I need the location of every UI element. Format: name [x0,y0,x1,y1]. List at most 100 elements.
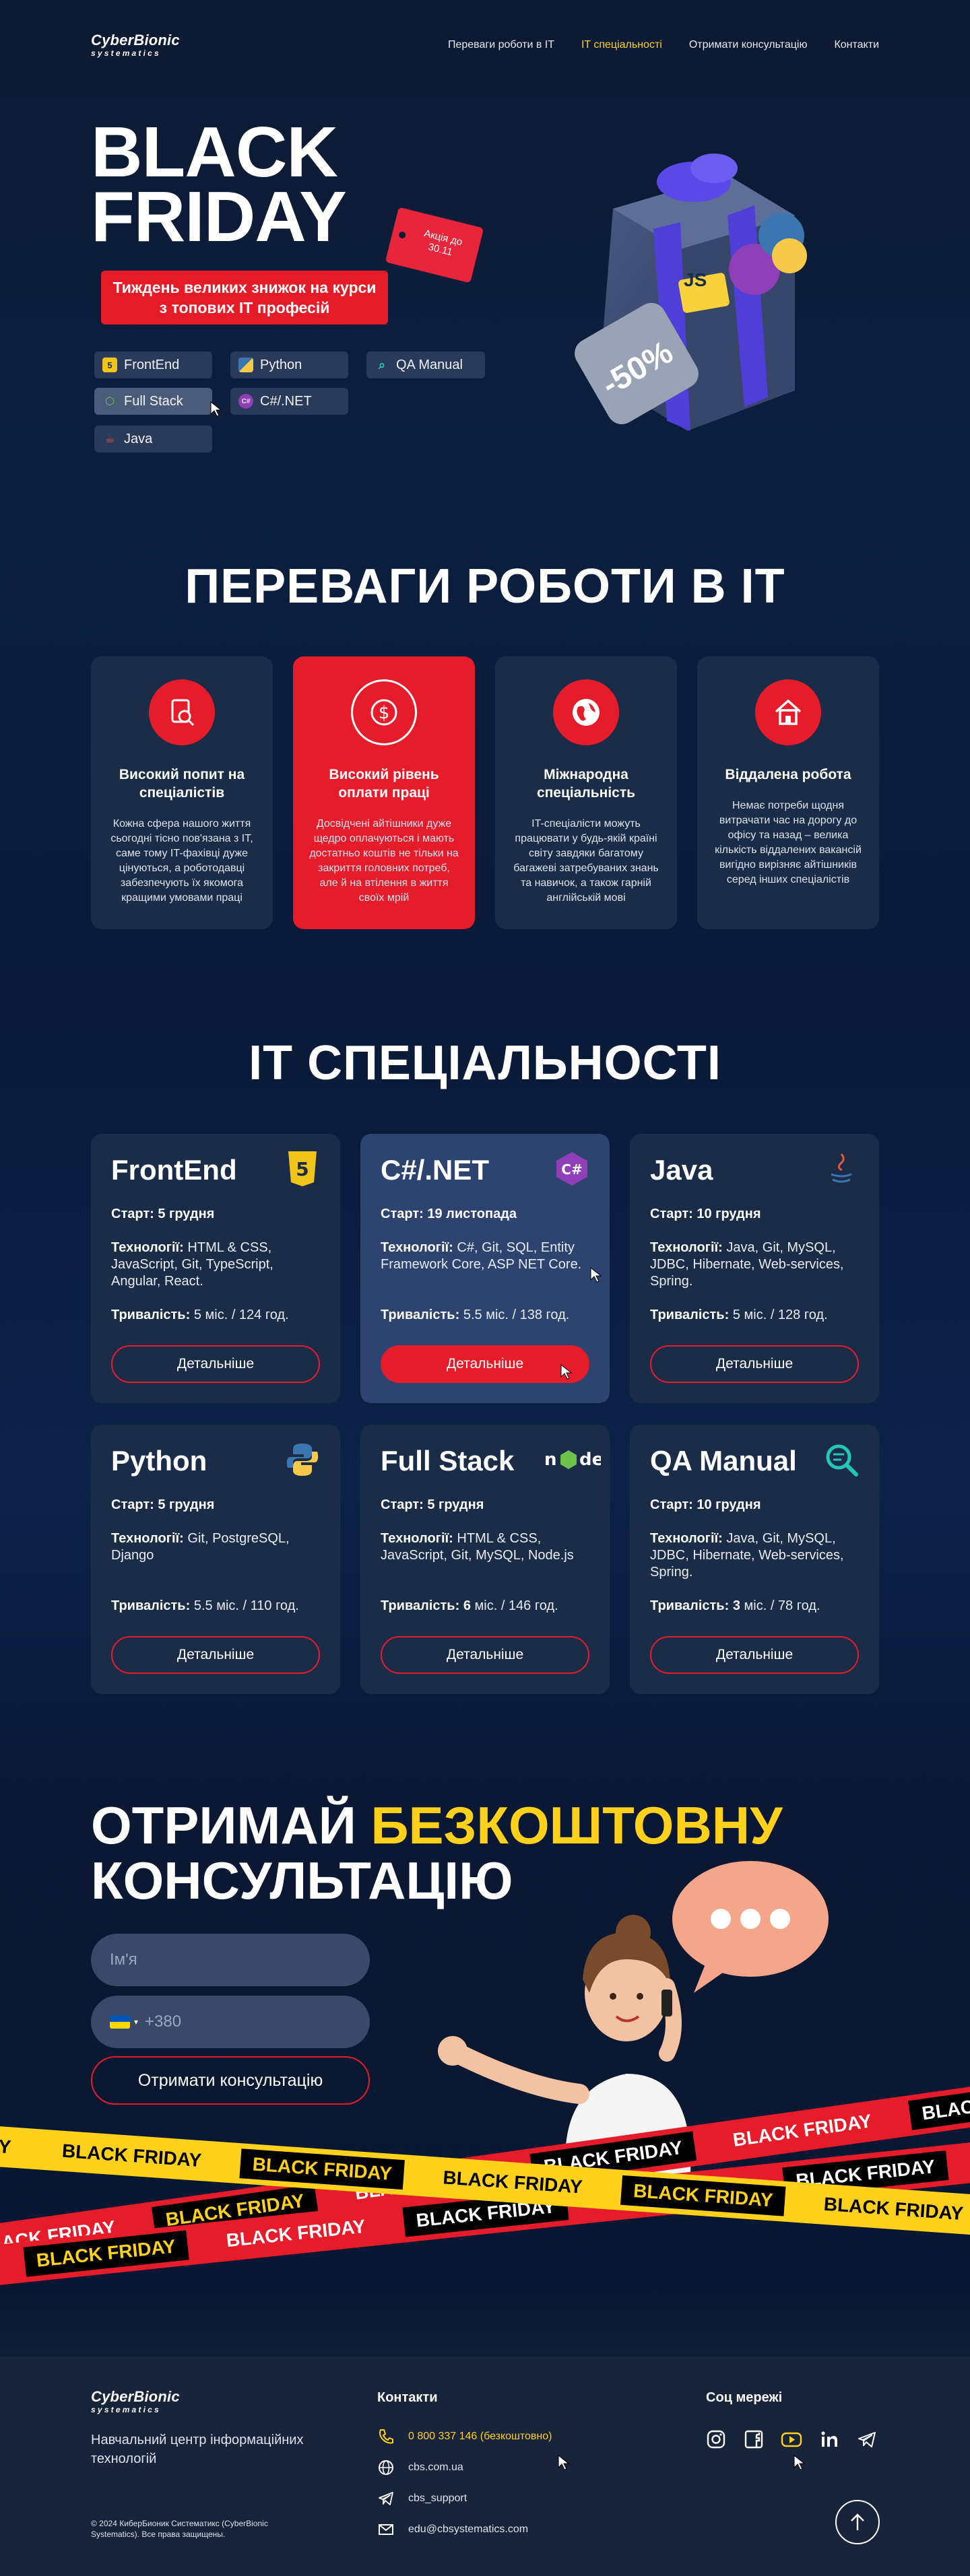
details-button[interactable]: Детальніше [381,1345,589,1383]
duration-rest: міс. / 146 год. [474,1598,558,1613]
course-tech: Технології: Java, Git, MySQL, JDBC, Hibe… [650,1240,859,1307]
course-card-csharp: C#/.NET C# Старт: 19 листопада Технологі… [360,1134,610,1403]
tech-label: Технології: [650,1531,723,1546]
contacts-title: Контакти [377,2390,438,2405]
duration-months: 3 [732,1598,740,1613]
footer-logo-main: CyberBionic [91,2388,180,2405]
mouse-cursor-icon [590,1267,602,1283]
qa-search-icon: ⌕ [378,358,386,372]
duration-label: Тривалість: [381,1308,460,1322]
instagram-icon[interactable] [705,2428,728,2451]
footer-tagline: Навчальний центр інформаційних технологі… [91,2433,304,2466]
telegram-icon[interactable] [855,2428,878,2451]
tape-text: DAY [0,2134,12,2158]
html5-icon: 5 [102,358,117,372]
duration-months: 6 [463,1598,471,1613]
chip-java[interactable]: ☕ Java [94,426,212,452]
details-button[interactable]: Детальніше [381,1636,589,1674]
duration-label: Тривалість: [650,1598,730,1613]
details-button[interactable]: Детальніше [650,1636,859,1674]
chevron-down-icon: ▾ [134,2017,139,2027]
phone-placeholder: +380 [145,2012,182,2031]
duration-label: Тривалість: [650,1308,730,1322]
dollar-icon: $ [351,679,417,745]
svg-text:C#: C# [561,1161,582,1178]
nav-item-contacts[interactable]: Контакти [834,39,879,51]
start-label: Старт: [381,1497,424,1512]
details-button[interactable]: Детальніше [650,1345,859,1383]
start-label: Старт: [650,1207,693,1221]
csharp-icon: C# [238,394,253,409]
contact-phone[interactable]: 0 800 337 146 (безкоштовно) [377,2428,552,2445]
course-duration: Тривалість: 5 міс. / 124 год. [111,1307,320,1324]
tech-label: Технології: [381,1240,453,1255]
tape-text: BLACK FRIDAY [61,2140,203,2171]
chip-full-stack[interactable]: ⬡ Full Stack [94,388,212,415]
course-duration: Тривалість: 5 міс. / 128 год. [650,1307,859,1324]
contact-email[interactable]: edu@cbsystematics.com [377,2521,528,2538]
duration-label: Тривалість: [381,1598,460,1613]
nav-item-advantages[interactable]: Переваги роботи в IT [448,39,554,51]
facebook-icon[interactable] [742,2428,765,2451]
course-duration: Тривалість: 3 міс. / 78 год. [650,1598,859,1615]
nav-item-consultation[interactable]: Отримати консультацію [689,39,808,51]
chip-python[interactable]: Python [230,351,348,378]
footer-logo[interactable]: CyberBionic systematics [91,2388,180,2415]
name-placeholder: Ім'я [110,1951,137,1969]
start-value: 10 грудня [697,1207,761,1221]
youtube-icon[interactable] [780,2428,803,2451]
main-nav: Переваги роботи в IT IT спеціальності От… [448,39,879,51]
chip-qa-manual[interactable]: ⌕ QA Manual [366,351,485,378]
contact-site[interactable]: cbs.com.ua [377,2459,463,2476]
advantage-title: Високий рівень оплати праці [329,767,439,801]
logo-sub-text: systematics [91,48,161,58]
chip-label: FrontEnd [124,357,180,372]
details-button[interactable]: Детальніше [111,1636,320,1674]
advantage-card-demand: Високий попит на спеціалістів Кожна сфер… [91,656,273,929]
duration-rest: міс. / 78 год. [744,1598,820,1613]
course-tech: Технології: C#, Git, SQL, Entity Framewo… [381,1240,589,1307]
start-value: 5 грудня [158,1207,215,1221]
ukraine-flag-icon[interactable] [110,2015,130,2029]
course-duration: Тривалість: 5.5 міс. / 138 год. [381,1307,589,1324]
phone-icon [379,2429,393,2444]
duration-label: Тривалість: [111,1598,191,1613]
python-icon [238,358,253,372]
search-document-icon [149,679,215,745]
nav-item-specialties[interactable]: IT спеціальності [581,39,662,51]
start-value: 5 грудня [427,1497,484,1512]
mouse-cursor-icon [558,2455,570,2470]
java-icon [822,1150,860,1188]
consultation-title-part2: БЕЗКОШТОВНУ [370,1796,783,1855]
qa-search-icon [822,1441,860,1479]
phone-input[interactable]: ▾ +380 [91,1996,370,2048]
social-icons [705,2428,878,2451]
consultation-title-part1: ОТРИМАЙ [91,1796,356,1855]
nodejs-icon: n de [542,1441,603,1479]
advantage-title: Віддалена робота [725,767,851,782]
name-input[interactable]: Ім'я [91,1934,370,1986]
advantage-text: Досвідчені айтішники дуже щедро оплачуют… [309,818,459,904]
course-card-qa-manual: QA Manual Старт: 10 грудня Технології: J… [630,1425,879,1694]
social-title: Соц мережі [706,2390,783,2405]
contact-site-text: cbs.com.ua [408,2462,463,2473]
chip-label: QA Manual [396,357,463,372]
mouse-cursor-icon [210,401,222,417]
duration-rest: міс. / 138 год. [486,1308,570,1322]
course-duration: Тривалість: 6 міс. / 146 год. [381,1598,589,1615]
start-value: 5 грудня [158,1497,215,1512]
scroll-to-top-button[interactable] [835,2500,880,2544]
contact-telegram[interactable]: cbs_support [377,2490,467,2507]
course-duration: Тривалість: 5.5 міс. / 110 год. [111,1598,320,1615]
duration-rest: міс. / 110 год. [216,1598,299,1613]
get-consultation-button[interactable]: Отримати консультацію [91,2056,370,2105]
details-button[interactable]: Детальніше [111,1345,320,1383]
logo[interactable]: CyberBionic systematics [91,32,205,59]
chip-csharp[interactable]: C# C#/.NET [230,388,348,415]
chip-frontend[interactable]: 5 FrontEnd [94,351,212,378]
duration-months: 5 [193,1308,201,1322]
duration-months: 5 [732,1308,740,1322]
linkedin-icon[interactable] [818,2428,841,2451]
java-icon: ☕ [104,434,115,445]
chip-label: C#/.NET [260,393,312,409]
